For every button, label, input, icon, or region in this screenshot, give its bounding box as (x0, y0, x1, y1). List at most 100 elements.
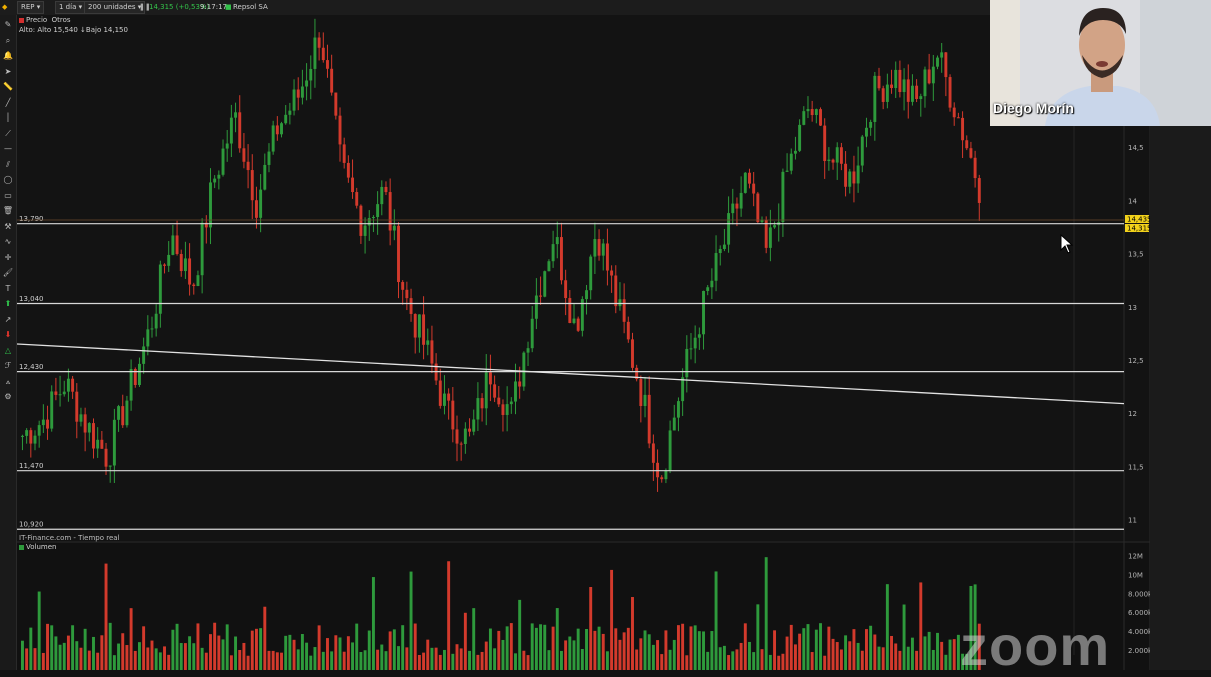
volume-bar (768, 654, 772, 670)
volume-bar (764, 557, 768, 670)
units-selector[interactable]: 200 unidades ▾ (84, 1, 146, 14)
volume-tick-label: 8.000k (1128, 590, 1150, 598)
volume-bar (330, 651, 334, 670)
volume-bar (526, 655, 530, 670)
candle (229, 117, 233, 144)
candle (87, 423, 91, 433)
volume-bar (580, 649, 584, 670)
arrow-down-icon[interactable]: ⬇ (2, 329, 14, 341)
candle (860, 136, 864, 166)
candle (676, 401, 680, 418)
volume-bar (455, 644, 459, 670)
lasso-icon[interactable]: ◯ (2, 174, 14, 186)
fibonacci-icon[interactable]: ℱ (2, 360, 14, 372)
volume-bar (873, 634, 877, 670)
interval-selector[interactable]: 1 día ▾ (55, 1, 87, 14)
settings-icon[interactable]: ⚒ (2, 221, 14, 233)
volume-bar (702, 631, 705, 670)
ruler-icon[interactable]: 📏 (2, 81, 14, 93)
arrow-diagonal-icon[interactable]: ↗ (2, 314, 14, 326)
price-chart[interactable]: 15,51514,51413,51312,51211,51112M10M8.00… (17, 15, 1150, 670)
chart-toolbar: ◆ REP ▾ 1 día ▾ 200 unidades ▾ ❚❚ 14,315… (0, 0, 990, 16)
channel-icon[interactable]: ⫽ (2, 159, 14, 171)
symbol-selector[interactable]: REP ▾ (17, 1, 45, 14)
volume-bar (856, 642, 860, 670)
candle (46, 419, 49, 429)
candle (284, 114, 288, 124)
candle (271, 125, 275, 152)
arrow-up-icon[interactable]: ⬆ (2, 298, 14, 310)
cursor-icon[interactable]: ➤ (2, 66, 14, 78)
legend-others-label[interactable]: Otros (52, 16, 71, 24)
candle (869, 121, 873, 128)
candle (117, 406, 121, 420)
volume-bar (626, 627, 630, 670)
price-pane (17, 15, 1150, 542)
brush-icon[interactable]: 🖌 (2, 267, 14, 279)
vertical-line-icon[interactable]: │ (2, 112, 14, 124)
symbol-label: REP (21, 3, 35, 11)
volume-bar (597, 626, 601, 670)
volume-bar (104, 563, 108, 670)
candle (672, 417, 676, 431)
legend-price-label[interactable]: Precio (26, 16, 47, 24)
candle (33, 435, 37, 444)
volume-bar (100, 635, 104, 670)
candle (21, 435, 24, 437)
pattern-icon[interactable]: ⟑ (2, 376, 14, 388)
rectangle-icon[interactable]: ▭ (2, 190, 14, 202)
candle (710, 280, 714, 288)
volume-bar (321, 651, 325, 670)
volume-bar (559, 650, 563, 670)
candle (539, 295, 543, 297)
volume-bar (919, 582, 923, 670)
pencil-icon[interactable]: ✎ (2, 19, 14, 31)
candle (668, 430, 672, 471)
candle (660, 477, 664, 480)
gear-icon[interactable]: ⚙ (2, 391, 14, 403)
candle (300, 86, 304, 98)
diagonal-line-icon[interactable]: ⟋ (2, 128, 14, 140)
candle (718, 248, 722, 254)
horizontal-line-icon[interactable]: — (2, 143, 14, 155)
magnifier-icon[interactable]: ⌕ (2, 35, 14, 47)
volume-bar (852, 629, 856, 670)
line-icon[interactable]: ╱ (2, 97, 14, 109)
candle (459, 443, 463, 445)
volume-bar (697, 631, 701, 670)
volume-bar (46, 623, 49, 670)
candle (50, 391, 54, 429)
bell-icon[interactable]: 🔔 (2, 50, 14, 62)
trash-icon[interactable]: 🗑 (2, 205, 14, 217)
candle (100, 439, 104, 449)
candle (209, 182, 212, 228)
volume-bar (564, 640, 568, 670)
candle (250, 170, 254, 201)
volume-tick-label: 10M (1128, 571, 1143, 579)
candle (977, 178, 981, 203)
candle (158, 264, 162, 314)
wave-icon[interactable]: ∿ (2, 236, 14, 248)
candle (409, 298, 413, 314)
price-tick-label: 13,5 (1128, 251, 1144, 259)
volume-bar (296, 649, 300, 670)
volume-bar (376, 649, 380, 670)
candle (564, 280, 568, 299)
candle (923, 69, 927, 97)
candle (363, 225, 367, 236)
volume-bar (426, 639, 430, 670)
volume-bar (142, 626, 146, 670)
candle (806, 109, 810, 112)
volume-bar (514, 653, 517, 670)
triangle-icon[interactable]: △ (2, 345, 14, 357)
crosshair-icon[interactable]: ✛ (2, 252, 14, 264)
volume-bar (430, 647, 434, 670)
candle (321, 47, 325, 61)
candle (739, 192, 743, 209)
candle (873, 75, 877, 122)
volume-bar (793, 644, 797, 670)
volume-bar (309, 655, 313, 670)
company-name: Repsol SA (233, 3, 268, 11)
volume-bar (459, 648, 463, 670)
text-icon[interactable]: T (2, 283, 14, 295)
